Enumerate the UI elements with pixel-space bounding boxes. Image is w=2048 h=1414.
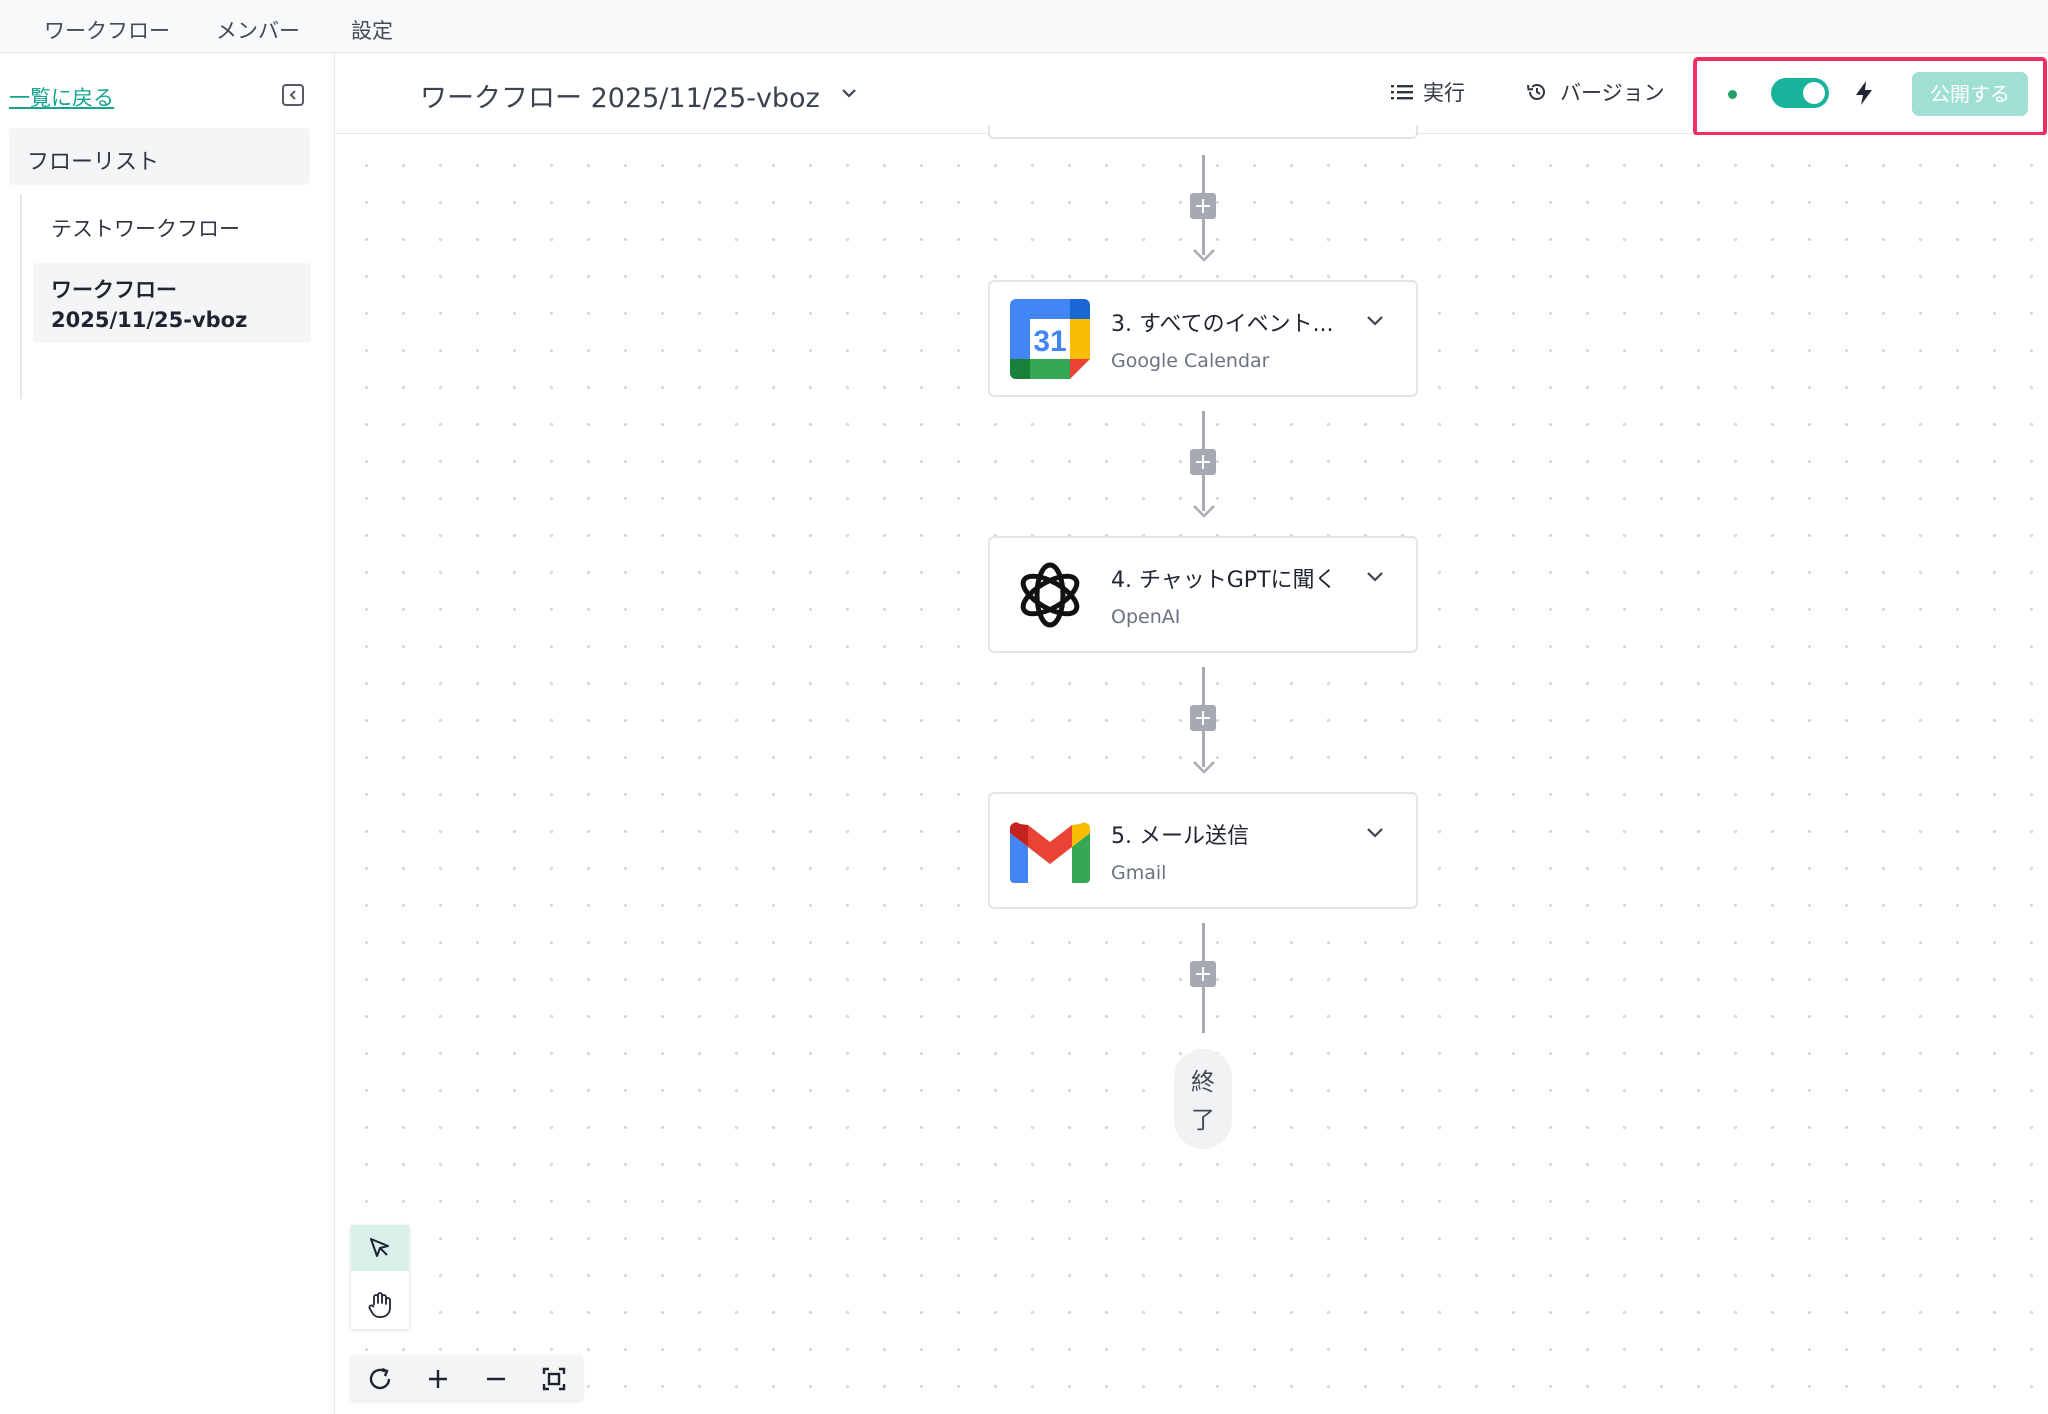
add-step-button[interactable] <box>1190 705 1216 731</box>
tree-line <box>20 194 22 399</box>
chevron-down-icon[interactable] <box>1365 570 1385 584</box>
refresh-icon[interactable] <box>365 1364 395 1394</box>
flow-item-test[interactable]: テストワークフロー <box>33 199 311 251</box>
chevron-down-icon[interactable] <box>1365 314 1385 328</box>
nav-settings[interactable]: 設定 <box>351 15 393 45</box>
zoom-in-icon[interactable] <box>423 1364 453 1394</box>
pan-tool[interactable] <box>351 1281 409 1327</box>
chevron-down-icon[interactable] <box>1365 826 1385 840</box>
add-step-button[interactable] <box>1190 193 1216 219</box>
list-icon <box>1391 85 1413 100</box>
google-calendar-icon: 31 <box>1010 299 1090 379</box>
status-dot <box>1728 90 1737 99</box>
zoom-controls <box>351 1356 582 1400</box>
history-icon <box>1527 84 1545 100</box>
lightning-icon[interactable] <box>1853 80 1875 110</box>
end-label-1: 終 <box>1191 1068 1215 1096</box>
nav-members[interactable]: メンバー <box>216 15 300 45</box>
add-step-button[interactable] <box>1190 961 1216 987</box>
workflow-title[interactable]: ワークフロー 2025/11/25-vboz <box>420 76 820 115</box>
pointer-icon <box>370 1238 389 1257</box>
node-gmail[interactable]: 5. メール送信 Gmail <box>988 792 1418 909</box>
add-step-button[interactable] <box>1190 449 1216 475</box>
select-tool[interactable] <box>351 1225 409 1271</box>
tool-palette <box>351 1225 409 1329</box>
arrow-down-icon <box>1193 249 1215 262</box>
node-service: Gmail <box>1111 862 1167 884</box>
hand-icon <box>368 1292 391 1318</box>
node-service: Google Calendar <box>1111 350 1270 372</box>
node-openai[interactable]: 4. チャットGPTに聞く OpenAI <box>988 536 1418 653</box>
back-to-list-link[interactable]: 一覧に戻る <box>9 82 114 112</box>
end-node: 終 了 <box>1174 1049 1232 1149</box>
chevron-down-icon[interactable] <box>840 84 858 103</box>
openai-icon <box>1020 562 1080 628</box>
calendar-day-number: 31 <box>1033 325 1066 358</box>
arrow-down-icon <box>1193 761 1215 774</box>
active-toggle[interactable] <box>1771 78 1829 108</box>
node-google-calendar[interactable]: 31 3. すべてのイベント... Google Calendar <box>988 280 1418 397</box>
node-title: 3. すべてのイベント... <box>1111 312 1334 337</box>
node-title: 4. チャットGPTに聞く <box>1111 568 1337 593</box>
toggle-knob <box>1803 82 1825 104</box>
fit-view-icon[interactable] <box>539 1364 569 1394</box>
zoom-out-icon[interactable] <box>481 1364 511 1394</box>
arrow-down-icon <box>1193 505 1215 518</box>
gmail-icon <box>1010 822 1090 883</box>
collapse-sidebar-icon[interactable] <box>282 84 304 106</box>
flow-list-header: フローリスト <box>9 128 310 185</box>
top-nav: ワークフロー メンバー 設定 <box>0 0 2048 53</box>
nav-workflow[interactable]: ワークフロー <box>44 15 170 45</box>
publish-button[interactable]: 公開する <box>1912 72 2028 116</box>
node-title: 5. メール送信 <box>1111 824 1249 849</box>
node-service: OpenAI <box>1111 606 1181 628</box>
previous-node-edge <box>988 125 1418 139</box>
run-label: 実行 <box>1423 81 1465 105</box>
version-button[interactable]: バージョン <box>1526 76 1665 108</box>
end-label-2: 了 <box>1191 1106 1215 1134</box>
run-button[interactable]: 実行 <box>1391 76 1465 108</box>
flow-item-active[interactable]: ワークフロー 2025/11/25-vboz <box>33 263 311 343</box>
version-label: バージョン <box>1560 81 1665 105</box>
flow-list-title: フローリスト <box>27 150 160 175</box>
sidebar: 一覧に戻る フローリスト テストワークフロー ワークフロー 2025/11/25… <box>0 54 335 1414</box>
